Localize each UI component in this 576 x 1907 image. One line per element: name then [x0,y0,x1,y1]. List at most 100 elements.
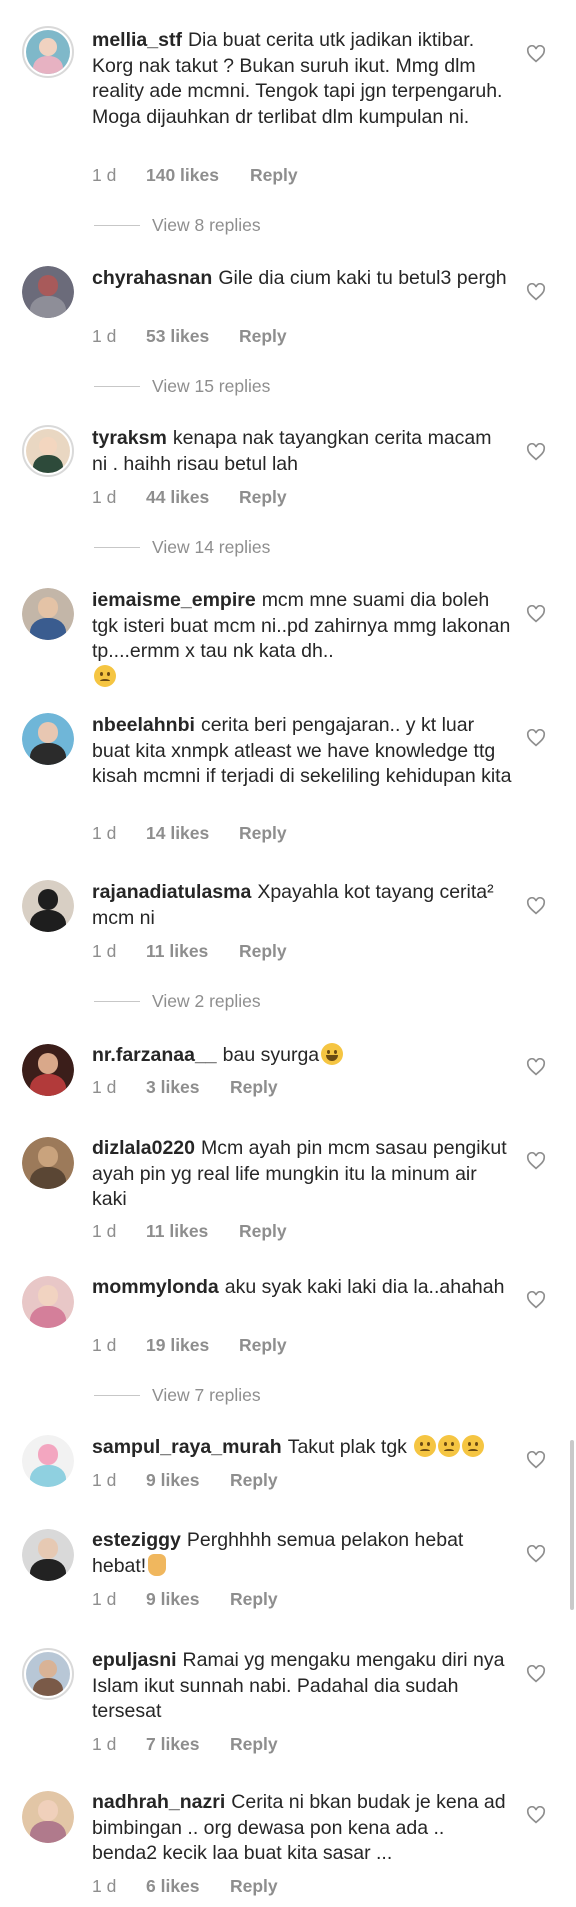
comment-text: nadhrah_nazri Cerita ni bkan budak je ken… [92,1790,512,1867]
comment-username[interactable]: dizlala0220 [92,1137,195,1159]
comment-likes[interactable]: 3 likes [146,1077,200,1098]
avatar[interactable] [22,880,74,932]
comment-time: 1 d [92,941,117,961]
heart-icon[interactable] [526,1058,546,1076]
comment-time: 1 d [92,1221,117,1241]
avatar[interactable] [22,1529,74,1581]
comment-username[interactable]: sampul_raya_murah [92,1436,282,1458]
heart-icon[interactable] [526,1545,546,1563]
avatar[interactable] [22,713,74,765]
heart-icon[interactable] [526,897,546,915]
comment-likes[interactable]: 6 likes [146,1876,200,1897]
comment-time: 1 d [92,1876,117,1896]
comment-time: 1 d [92,823,117,843]
heart-icon[interactable] [526,729,546,747]
comment-likes[interactable]: 44 likes [146,487,209,508]
avatar[interactable] [22,1648,74,1700]
avatar[interactable] [22,26,74,78]
comment-time: 1 d [92,1470,117,1490]
heart-icon[interactable] [526,1451,546,1469]
comment-body: bau syurga [222,1044,320,1066]
comment-text: mommylonda aku syak kaki laki dia la..aha… [92,1275,512,1301]
avatar[interactable] [22,1137,74,1189]
avatar[interactable] [22,1044,74,1096]
comment-text: nbeelahnbi cerita beri pengajaran.. y kt … [92,713,512,790]
avatar[interactable] [22,1276,74,1328]
heart-icon[interactable] [526,443,546,461]
reply-button[interactable]: Reply [239,823,287,844]
avatar[interactable] [22,425,74,477]
comment-body: Gile dia cium kaki tu betul3 pergh [218,267,507,289]
comment-text: dizlala0220 Mcm ayah pin mcm sasau pengik… [92,1136,512,1213]
comment-likes[interactable]: 140 likes [146,165,219,186]
comment-text: chyrahasnan Gile dia cium kaki tu betul3 … [92,266,512,292]
comment-username[interactable]: tyraksm [92,427,167,449]
heart-icon[interactable] [526,283,546,301]
reply-button[interactable]: Reply [239,326,287,347]
avatar[interactable] [22,588,74,640]
comment-likes[interactable]: 53 likes [146,326,209,347]
avatar[interactable] [22,1435,74,1487]
heart-icon[interactable] [526,45,546,63]
comment-text: tyraksm kenapa nak tayangkan cerita macam… [92,426,512,477]
avatar[interactable] [22,1791,74,1843]
comment-likes[interactable]: 11 likes [146,1221,208,1242]
scrollbar[interactable] [570,1440,574,1610]
laughing-emoji-icon [321,1043,344,1065]
sad-emoji-icon [414,1435,437,1457]
reply-button[interactable]: Reply [239,1221,287,1242]
comment-body: aku syak kaki laki dia la..ahahah [224,1276,505,1298]
view-replies-line [94,1001,140,1002]
heart-icon[interactable] [526,605,546,623]
reply-button[interactable]: Reply [250,165,298,186]
comment-username[interactable]: nbeelahnbi [92,714,195,736]
comment-username[interactable]: epuljasni [92,1649,177,1671]
heart-icon[interactable] [526,1665,546,1683]
comment-username[interactable]: nadhrah_nazri [92,1791,225,1813]
reply-button[interactable]: Reply [239,941,287,962]
comment-time: 1 d [92,165,117,185]
view-replies-line [94,225,140,226]
reply-button[interactable]: Reply [230,1589,278,1610]
reply-button[interactable]: Reply [230,1734,278,1755]
thumbs-up-emoji-icon [148,1553,167,1576]
reply-button[interactable]: Reply [230,1876,278,1897]
view-replies-line [94,547,140,548]
comment-username[interactable]: rajanadiatulasma [92,881,251,903]
avatar[interactable] [22,266,74,318]
comment-likes[interactable]: 14 likes [146,823,209,844]
comment-text: esteziggy Perghhhh semua pelakon hebat he… [92,1528,512,1579]
reply-button[interactable]: Reply [239,1335,287,1356]
comment-likes[interactable]: 11 likes [146,941,208,962]
comment-time: 1 d [92,1734,117,1754]
comment-username[interactable]: esteziggy [92,1529,181,1551]
reply-button[interactable]: Reply [230,1077,278,1098]
comment-likes[interactable]: 9 likes [146,1589,200,1610]
heart-icon[interactable] [526,1291,546,1309]
comment-likes[interactable]: 9 likes [146,1470,200,1491]
comment-username[interactable]: iemaisme_empire [92,589,256,611]
comment-likes[interactable]: 19 likes [146,1335,209,1356]
view-replies-line [94,386,140,387]
comment-username[interactable]: mellia_stf [92,29,182,51]
reply-button[interactable]: Reply [239,487,287,508]
comment-time: 1 d [92,1335,117,1355]
heart-icon[interactable] [526,1806,546,1824]
heart-icon[interactable] [526,1152,546,1170]
comment-time: 1 d [92,1077,117,1097]
comment-text: rajanadiatulasma Xpayahla kot tayang ceri… [92,880,512,931]
comment-text: mellia_stf Dia buat cerita utk jadikan ik… [92,28,512,130]
comment-time: 1 d [92,326,117,346]
comment-username[interactable]: nr.farzanaa__ [92,1044,217,1066]
comment-text: iemaisme_empire mcm mne suami dia boleh t… [92,588,512,690]
view-replies-line [94,1395,140,1396]
comment-text: nr.farzanaa__ bau syurga [92,1043,512,1069]
comment-text: sampul_raya_murah Takut plak tgk [92,1435,512,1461]
reply-button[interactable]: Reply [230,1470,278,1491]
sad-emoji-icon [438,1435,461,1457]
comment-username[interactable]: chyrahasnan [92,267,212,289]
comment-likes[interactable]: 7 likes [146,1734,200,1755]
sad-emoji-icon [462,1435,485,1457]
comment-username[interactable]: mommylonda [92,1276,219,1298]
comment-body: Takut plak tgk [287,1436,407,1458]
